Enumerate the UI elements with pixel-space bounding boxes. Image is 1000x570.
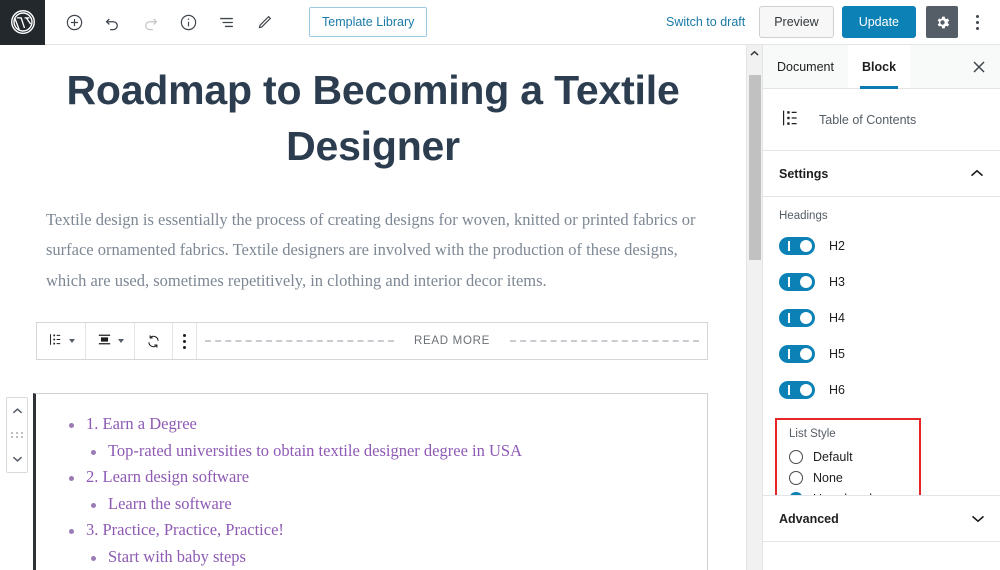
- editor-top-bar: Template Library Switch to draft Preview…: [0, 0, 1000, 45]
- transform-group: [135, 323, 173, 359]
- list-style-option-default[interactable]: Default: [789, 446, 909, 467]
- toggle-label: H6: [829, 383, 845, 397]
- read-more-separator: READ MORE: [197, 323, 707, 359]
- radio-label: Default: [813, 449, 853, 464]
- block-toolbar: READ MORE: [36, 322, 708, 360]
- toggle-label: H5: [829, 347, 845, 361]
- table-of-contents-icon: [779, 107, 801, 132]
- tab-document[interactable]: Document: [763, 45, 848, 88]
- align-center-icon: [96, 331, 113, 351]
- headings-group-label: Headings: [779, 210, 828, 222]
- list-view-icon[interactable]: [211, 7, 241, 37]
- toggle-switch[interactable]: [779, 273, 815, 291]
- block-mover: [6, 397, 28, 473]
- list-style-option-none[interactable]: None: [789, 467, 909, 488]
- top-bar-right-group: Switch to draft Preview Update: [652, 6, 1000, 38]
- toggle-switch[interactable]: [779, 381, 815, 399]
- undo-button[interactable]: [97, 7, 127, 37]
- toggle-switch[interactable]: [779, 237, 815, 255]
- toggle-label: H2: [829, 239, 845, 253]
- chevron-down-icon: [118, 339, 124, 343]
- scrollbar-thumb[interactable]: [749, 75, 761, 260]
- refresh-sync-icon[interactable]: [141, 331, 166, 352]
- gear-icon[interactable]: [926, 6, 958, 38]
- radio-label: None: [813, 470, 843, 485]
- chevron-down-icon: [971, 511, 985, 526]
- settings-section-header[interactable]: Settings: [763, 151, 1000, 197]
- template-library-button[interactable]: Template Library: [309, 7, 428, 37]
- table-of-contents-block[interactable]: 1. Earn a Degree Top-rated universities t…: [33, 393, 708, 570]
- scroll-up-arrow-icon[interactable]: [747, 45, 762, 62]
- content-info-button[interactable]: [173, 7, 203, 37]
- selected-block-card: Table of Contents: [763, 89, 1000, 151]
- list-item[interactable]: 3. Practice, Practice, Practice!: [69, 521, 707, 549]
- toc-list: 1. Earn a Degree Top-rated universities t…: [36, 415, 707, 570]
- heading-toggle-h6[interactable]: H6: [779, 372, 984, 408]
- heading-toggle-h3[interactable]: H3: [779, 264, 984, 300]
- heading-toggle-h5[interactable]: H5: [779, 336, 984, 372]
- kebab-vertical-icon: [183, 333, 186, 349]
- move-up-button[interactable]: [7, 402, 27, 420]
- heading-toggle-h2[interactable]: H2: [779, 228, 984, 264]
- switch-to-draft-button[interactable]: Switch to draft: [652, 15, 759, 29]
- redo-button[interactable]: [135, 7, 165, 37]
- block-more-options-button[interactable]: [179, 332, 190, 351]
- kebab-vertical-icon: [975, 14, 979, 30]
- settings-sidebar: Document Block Table of Contents Setting…: [762, 45, 1000, 570]
- chevron-up-icon: [970, 166, 984, 181]
- settings-body: Headings H2 H3 H4 H5 H6 List Style Default No…: [763, 197, 1000, 541]
- toggle-label: H3: [829, 275, 845, 289]
- update-button[interactable]: Update: [841, 6, 916, 38]
- edit-pencil-button[interactable]: [249, 7, 279, 37]
- editor-tools-group: Template Library: [45, 7, 428, 37]
- list-item[interactable]: 1. Earn a Degree: [69, 415, 707, 443]
- wordpress-block-editor: Template Library Switch to draft Preview…: [0, 0, 1000, 570]
- close-icon[interactable]: [958, 45, 1000, 88]
- preview-button[interactable]: Preview: [759, 6, 834, 38]
- toggle-switch[interactable]: [779, 309, 815, 327]
- toggle-label: H4: [829, 311, 845, 325]
- radio-button[interactable]: [789, 449, 803, 464]
- heading-toggle-h4[interactable]: H4: [779, 300, 984, 336]
- advanced-section-header[interactable]: Advanced: [763, 495, 1000, 542]
- tab-block[interactable]: Block: [847, 45, 911, 89]
- more-options-icon[interactable]: [962, 6, 992, 38]
- intro-paragraph[interactable]: Textile design is essentially the proces…: [0, 175, 746, 297]
- read-more-label: READ MORE: [414, 335, 490, 347]
- drag-handle-icon[interactable]: [10, 432, 24, 438]
- canvas-scrollbar[interactable]: [746, 45, 762, 570]
- add-block-button[interactable]: [59, 7, 89, 37]
- advanced-section-title: Advanced: [779, 511, 839, 526]
- list-item[interactable]: Learn the software: [91, 495, 707, 523]
- wordpress-logo-icon[interactable]: [0, 0, 45, 45]
- alignment-button[interactable]: [92, 329, 128, 353]
- list-item[interactable]: Start with baby steps: [91, 548, 707, 570]
- dashed-line-right: [509, 340, 700, 342]
- move-down-button[interactable]: [7, 450, 27, 468]
- sidebar-tabs: Document Block: [763, 45, 1000, 89]
- list-style-label: List Style: [789, 428, 836, 440]
- alignment-group: [86, 323, 135, 359]
- list-item[interactable]: Top-rated universities to obtain textile…: [91, 442, 707, 470]
- settings-section-title: Settings: [779, 166, 829, 181]
- toggle-switch[interactable]: [779, 345, 815, 363]
- block-more-group: [173, 323, 197, 359]
- page-title[interactable]: Roadmap to Becoming a Textile Designer: [0, 45, 746, 175]
- block-type-switcher-button[interactable]: [43, 329, 79, 353]
- block-type-group: [37, 323, 86, 359]
- selected-block-name: Table of Contents: [819, 112, 917, 127]
- list-item[interactable]: 2. Learn design software: [69, 468, 707, 496]
- chevron-down-icon: [69, 339, 75, 343]
- dashed-line-left: [205, 340, 395, 342]
- radio-button[interactable]: [789, 470, 803, 485]
- heading-toggle-list: H2 H3 H4 H5 H6: [779, 228, 984, 408]
- table-of-contents-icon: [47, 331, 64, 351]
- editor-canvas: Roadmap to Becoming a Textile Designer T…: [0, 45, 746, 570]
